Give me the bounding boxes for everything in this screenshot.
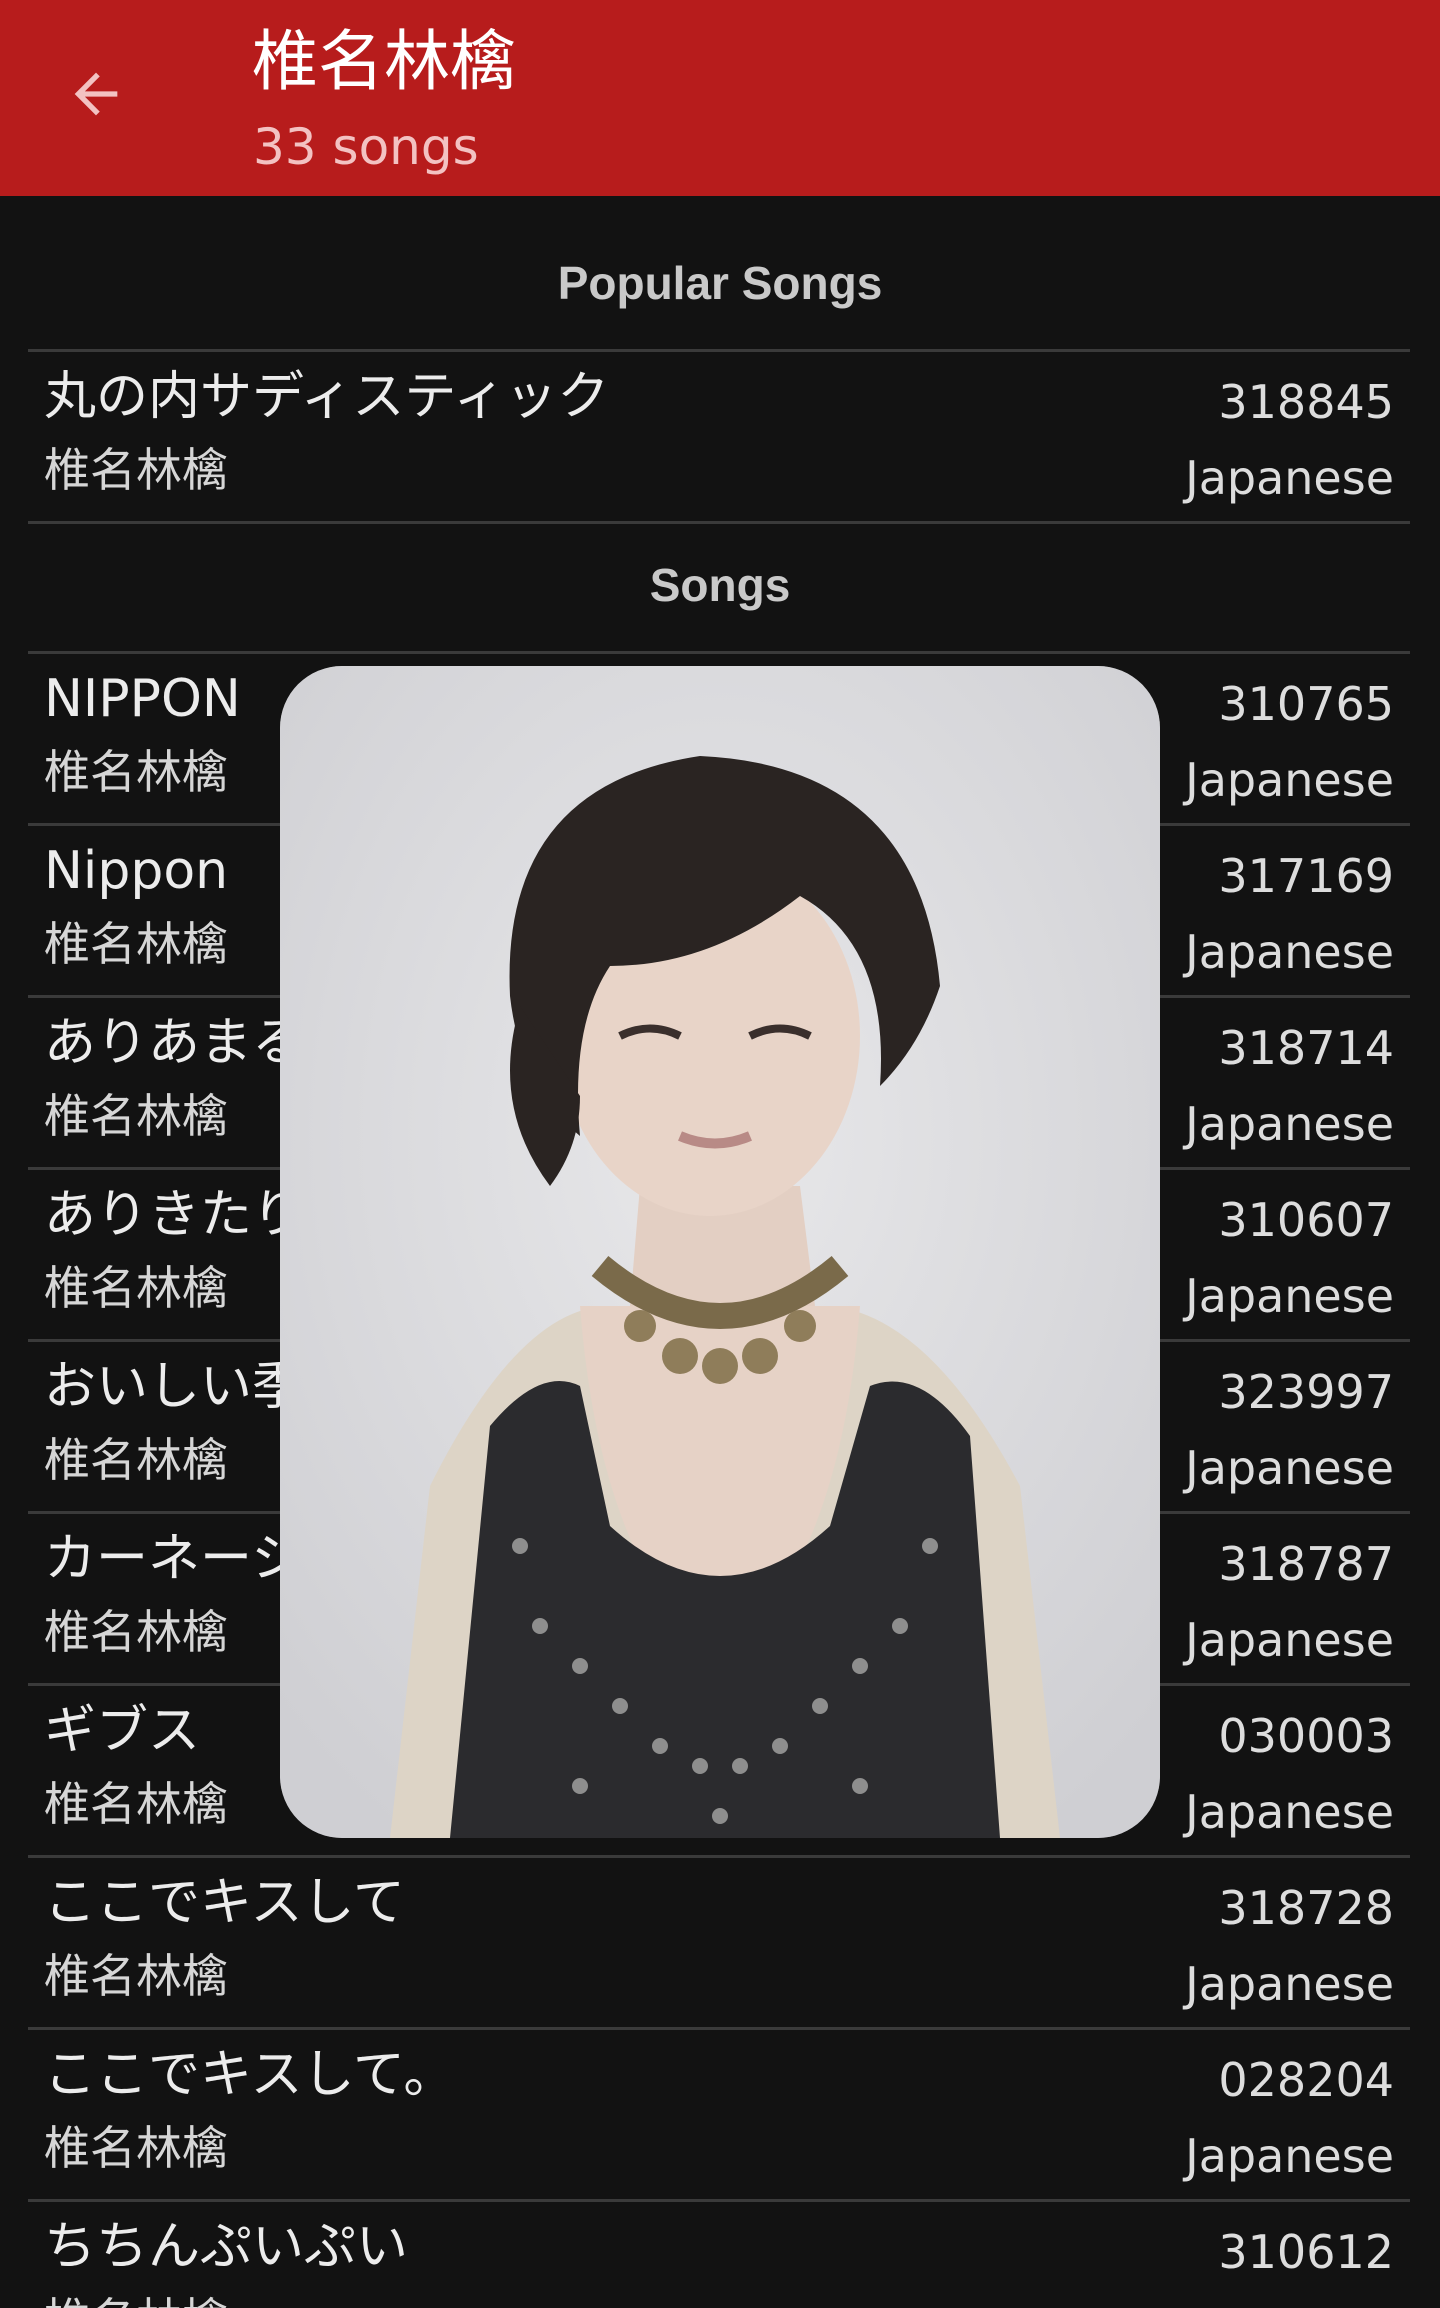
song-row[interactable]: ギブス椎名林檎 030003 Japanese: [28, 1686, 1410, 1858]
song-row[interactable]: Nippon 椎名林檎 317169 Japanese: [28, 826, 1410, 998]
song-artist: 椎名林檎: [44, 1777, 228, 1831]
song-title: NIPPON: [44, 669, 241, 729]
song-language: Japanese: [1185, 1613, 1394, 1667]
song-row[interactable]: ちちんぷいぷい椎名林檎 310612 Japanese: [28, 2202, 1410, 2308]
song-title: カーネーション: [44, 1529, 407, 1589]
song-id: 310765: [1218, 677, 1394, 731]
song-list: Popular Songs Songs 丸の内サディスティック椎名林檎 31884…: [0, 196, 1440, 2308]
song-id: 318787: [1218, 1537, 1394, 1591]
song-artist: 椎名林檎: [44, 2121, 228, 2175]
song-language: Japanese: [1185, 1097, 1394, 1151]
back-button[interactable]: [54, 52, 138, 136]
song-id: 317169: [1218, 849, 1394, 903]
song-artist: 椎名林檎: [44, 443, 228, 497]
song-row[interactable]: ありあまる富椎名林檎 318714 Japanese: [28, 998, 1410, 1170]
song-row[interactable]: 丸の内サディスティック椎名林檎 318845 Japanese: [28, 352, 1410, 524]
song-language: Japanese: [1185, 925, 1394, 979]
song-language: Japanese: [1185, 1785, 1394, 1839]
song-title: ちちんぷいぷい: [44, 2217, 409, 2277]
song-title: ありあまる富: [44, 1013, 357, 1073]
song-title: ここでキスして: [44, 1873, 405, 1933]
song-language: Japanese: [1185, 753, 1394, 807]
song-id: 028204: [1218, 2053, 1394, 2107]
song-title: ありきたりな女: [44, 1185, 409, 1245]
song-artist: 椎名林檎: [44, 745, 228, 799]
song-row[interactable]: おいしい季節椎名林檎 323997 Japanese: [28, 1342, 1410, 1514]
song-language: Japanese: [1185, 1441, 1394, 1495]
song-id: 310607: [1218, 1193, 1394, 1247]
song-language: Japanese: [1185, 2129, 1394, 2183]
arrow-left-icon: [74, 72, 118, 116]
song-id: 310612: [1218, 2225, 1394, 2279]
song-row[interactable]: ここでキスして椎名林檎 318728 Japanese: [28, 1858, 1410, 2030]
song-id: 318728: [1218, 1881, 1394, 1935]
song-title: おいしい季節: [44, 1357, 357, 1417]
song-artist: 椎名林檎: [44, 1949, 228, 2003]
app-bar: 椎名林檎 33 songs: [0, 0, 1440, 196]
song-language: Japanese: [1185, 1957, 1394, 2011]
song-title: ギブス: [44, 1701, 201, 1761]
song-id: 318714: [1218, 1021, 1394, 1075]
song-artist: 椎名林檎: [44, 917, 228, 971]
song-row[interactable]: ありきたりな女椎名林檎 310607 Japanese: [28, 1170, 1410, 1342]
song-artist: 椎名林檎: [44, 1261, 228, 1315]
song-artist: 椎名林檎: [44, 1089, 228, 1143]
song-count: 33 songs: [253, 118, 479, 176]
song-language: Japanese: [1185, 451, 1394, 505]
row-divider: [28, 521, 1410, 524]
song-title: 丸の内サディスティック: [44, 367, 610, 427]
song-id: 030003: [1218, 1709, 1394, 1763]
song-title: ここでキスして。: [44, 2045, 456, 2105]
song-language: Japanese: [1185, 1269, 1394, 1323]
song-id: 323997: [1218, 1365, 1394, 1419]
song-id: 318845: [1218, 375, 1394, 429]
song-language: Japanese: [1185, 2298, 1394, 2308]
popular-songs-header: Popular Songs: [557, 257, 883, 309]
song-row[interactable]: NIPPON 椎名林檎 310765 Japanese: [28, 654, 1410, 826]
song-artist: 椎名林檎: [44, 2290, 228, 2308]
songs-header: Songs: [649, 559, 791, 611]
song-title: Nippon: [44, 841, 229, 901]
song-row[interactable]: ここでキスして。椎名林檎 028204 Japanese: [28, 2030, 1410, 2202]
song-row[interactable]: カーネーション椎名林檎 318787 Japanese: [28, 1514, 1410, 1686]
song-artist: 椎名林檎: [44, 1433, 228, 1487]
artist-songs-screen: 椎名林檎 33 songs Popular Songs Songs 丸の内サディ…: [0, 0, 1440, 2308]
page-title: 椎名林檎: [252, 23, 516, 100]
song-artist: 椎名林檎: [44, 1605, 228, 1659]
